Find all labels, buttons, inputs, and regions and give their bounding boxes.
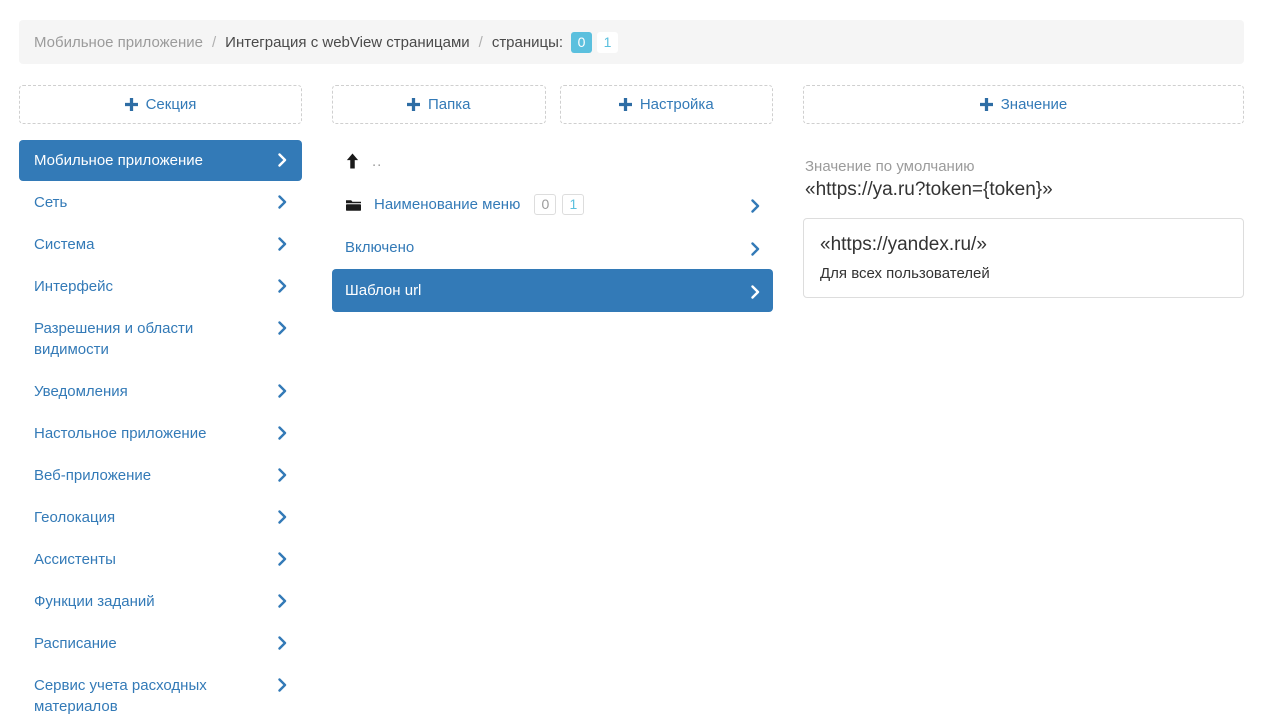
section-item-interface[interactable]: Интерфейс bbox=[19, 266, 302, 307]
section-item-permissions[interactable]: Разрешения и области видимости bbox=[19, 308, 302, 370]
section-item-web-app[interactable]: Веб-приложение bbox=[19, 455, 302, 496]
section-item-geolocation[interactable]: Геолокация bbox=[19, 497, 302, 538]
setting-item-menu-name[interactable]: Наименование меню 0 1 bbox=[332, 183, 773, 226]
setting-item-label: Шаблон url bbox=[345, 282, 421, 299]
page-badge-0[interactable]: 0 bbox=[571, 32, 592, 53]
breadcrumb-item-pages: страницы: bbox=[492, 34, 563, 51]
add-setting-label: Настройка bbox=[640, 96, 714, 113]
chevron-right-icon bbox=[278, 321, 287, 335]
section-item-consumables-service[interactable]: Сервис учета расходных материалов bbox=[19, 665, 302, 727]
section-item-label: Сеть bbox=[34, 192, 278, 213]
arrow-up-icon bbox=[345, 153, 360, 170]
section-item-task-functions[interactable]: Функции заданий bbox=[19, 581, 302, 622]
value-card[interactable]: «https://yandex.ru/» Для всех пользовате… bbox=[803, 218, 1244, 298]
setting-item-label: Наименование меню bbox=[374, 196, 520, 213]
sections-list: Мобильное приложение Сеть Система bbox=[19, 140, 302, 727]
section-item-label: Геолокация bbox=[34, 507, 278, 528]
go-up-row[interactable]: .. bbox=[332, 140, 773, 183]
settings-list: .. Наименование меню 0 1 Включено bbox=[332, 140, 773, 312]
chevron-right-icon bbox=[278, 384, 287, 398]
section-item-schedule[interactable]: Расписание bbox=[19, 623, 302, 664]
chevron-right-icon bbox=[751, 242, 760, 256]
section-item-label: Система bbox=[34, 234, 278, 255]
folder-icon bbox=[345, 197, 362, 213]
section-item-label: Сервис учета расходных материалов bbox=[34, 675, 278, 717]
section-item-label: Расписание bbox=[34, 633, 278, 654]
setting-item-label: Включено bbox=[345, 239, 414, 256]
setting-item-enabled[interactable]: Включено bbox=[332, 226, 773, 269]
default-value-block: Значение по умолчанию «https://ya.ru?tok… bbox=[803, 157, 1244, 202]
page: Мобильное приложение / Интеграция с webV… bbox=[0, 0, 1262, 727]
go-up-label: .. bbox=[372, 153, 382, 170]
plus-icon bbox=[980, 98, 993, 111]
plus-icon bbox=[125, 98, 138, 111]
section-item-notifications[interactable]: Уведомления bbox=[19, 371, 302, 412]
content-columns: Секция Мобильное приложение Сеть Система bbox=[19, 85, 1244, 727]
section-item-label: Ассистенты bbox=[34, 549, 278, 570]
chevron-right-icon bbox=[278, 678, 287, 692]
breadcrumb-separator: / bbox=[212, 34, 216, 51]
breadcrumb-separator: / bbox=[479, 34, 483, 51]
chevron-right-icon bbox=[278, 468, 287, 482]
page-badge-1[interactable]: 1 bbox=[597, 32, 618, 53]
count-badge-0: 0 bbox=[534, 194, 556, 215]
chevron-right-icon bbox=[278, 237, 287, 251]
chevron-right-icon bbox=[278, 636, 287, 650]
chevron-right-icon bbox=[278, 279, 287, 293]
chevron-right-icon bbox=[278, 510, 287, 524]
sections-column: Секция Мобильное приложение Сеть Система bbox=[19, 85, 302, 727]
section-item-network[interactable]: Сеть bbox=[19, 182, 302, 223]
value-card-audience: Для всех пользователей bbox=[820, 265, 1227, 282]
section-item-label: Веб-приложение bbox=[34, 465, 278, 486]
default-value-text: «https://ya.ru?token={token}» bbox=[805, 177, 1242, 202]
chevron-right-icon bbox=[278, 552, 287, 566]
section-item-assistants[interactable]: Ассистенты bbox=[19, 539, 302, 580]
plus-icon bbox=[619, 98, 632, 111]
add-setting-button[interactable]: Настройка bbox=[560, 85, 774, 124]
default-value-label: Значение по умолчанию bbox=[805, 157, 1242, 176]
chevron-right-icon bbox=[278, 195, 287, 209]
breadcrumb: Мобильное приложение / Интеграция с webV… bbox=[19, 20, 1244, 64]
section-item-label: Настольное приложение bbox=[34, 423, 278, 444]
add-value-button[interactable]: Значение bbox=[803, 85, 1244, 124]
settings-buttons-row: Папка Настройка bbox=[332, 85, 773, 124]
add-value-label: Значение bbox=[1001, 96, 1068, 113]
add-folder-button[interactable]: Папка bbox=[332, 85, 546, 124]
breadcrumb-item-mobile-app[interactable]: Мобильное приложение bbox=[34, 34, 203, 51]
breadcrumb-item-webview-integration[interactable]: Интеграция с webView страницами bbox=[225, 34, 469, 51]
value-card-url: «https://yandex.ru/» bbox=[820, 232, 1227, 257]
section-item-label: Интерфейс bbox=[34, 276, 278, 297]
section-item-system[interactable]: Система bbox=[19, 224, 302, 265]
section-item-label: Функции заданий bbox=[34, 591, 278, 612]
chevron-right-icon bbox=[278, 426, 287, 440]
section-item-desktop-app[interactable]: Настольное приложение bbox=[19, 413, 302, 454]
plus-icon bbox=[407, 98, 420, 111]
chevron-right-icon bbox=[278, 594, 287, 608]
section-item-label: Мобильное приложение bbox=[34, 150, 278, 171]
chevron-right-icon bbox=[278, 153, 287, 167]
add-section-label: Секция bbox=[146, 96, 197, 113]
chevron-right-icon bbox=[751, 199, 760, 213]
section-item-label: Разрешения и области видимости bbox=[34, 318, 278, 360]
section-item-mobile-app[interactable]: Мобильное приложение bbox=[19, 140, 302, 181]
count-badge-1: 1 bbox=[562, 194, 584, 215]
chevron-right-icon bbox=[751, 285, 760, 299]
add-folder-label: Папка bbox=[428, 96, 470, 113]
values-column: Значение Значение по умолчанию «https://… bbox=[803, 85, 1244, 727]
settings-column: Папка Настройка .. bbox=[332, 85, 773, 727]
setting-item-url-template[interactable]: Шаблон url bbox=[332, 269, 773, 312]
section-item-label: Уведомления bbox=[34, 381, 278, 402]
add-section-button[interactable]: Секция bbox=[19, 85, 302, 124]
